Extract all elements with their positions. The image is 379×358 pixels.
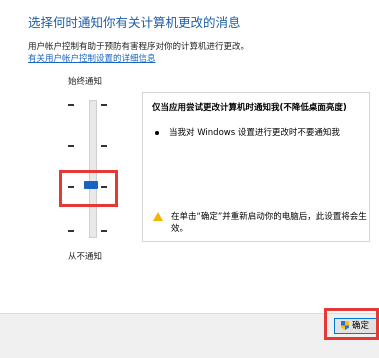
- slider-tick: [101, 186, 107, 188]
- warning-icon: [153, 212, 163, 221]
- slider-tick: [101, 104, 107, 106]
- ok-button[interactable]: 确定: [334, 318, 379, 334]
- slider-top-label: 始终通知: [68, 77, 103, 87]
- slider-thumb[interactable]: [84, 181, 98, 189]
- restart-warning-text: 在单击“确定”并重新启动你的电脑后，此设置将会生效。: [171, 212, 367, 234]
- slider-bottom-label: 从不通知: [68, 252, 103, 262]
- slider-tick: [68, 230, 74, 232]
- uac-help-link[interactable]: 有关用户帐户控制设置的详细信息: [28, 52, 156, 64]
- dialog-footer: [0, 313, 379, 358]
- setting-title: 仅当应用尝试更改计算机时通知我(不降低桌面亮度): [152, 103, 347, 113]
- setting-bullet-text: 当我对 Windows 设置进行更改时不要通知我: [169, 128, 340, 138]
- setting-bullet: 当我对 Windows 设置进行更改时不要通知我: [155, 126, 340, 138]
- page-title: 选择何时通知你有关计算机更改的消息: [28, 15, 241, 30]
- slider-track[interactable]: [89, 100, 97, 238]
- setting-description-panel: 仅当应用尝试更改计算机时通知我(不降低桌面亮度) 当我对 Windows 设置进…: [142, 92, 370, 242]
- slider-tick: [68, 145, 74, 147]
- uac-description: 用户帐户控制有助于预防有害程序对你的计算机进行更改。: [28, 42, 250, 52]
- bullet-icon: [155, 130, 159, 135]
- slider-tick: [101, 230, 107, 232]
- slider-tick: [68, 186, 74, 188]
- slider-tick: [101, 145, 107, 147]
- restart-warning: 在单击“确定”并重新启动你的电脑后，此设置将会生效。: [153, 211, 367, 235]
- slider-tick: [68, 104, 74, 106]
- ok-button-label: 确定: [352, 321, 370, 331]
- uac-shield-icon: [341, 321, 349, 330]
